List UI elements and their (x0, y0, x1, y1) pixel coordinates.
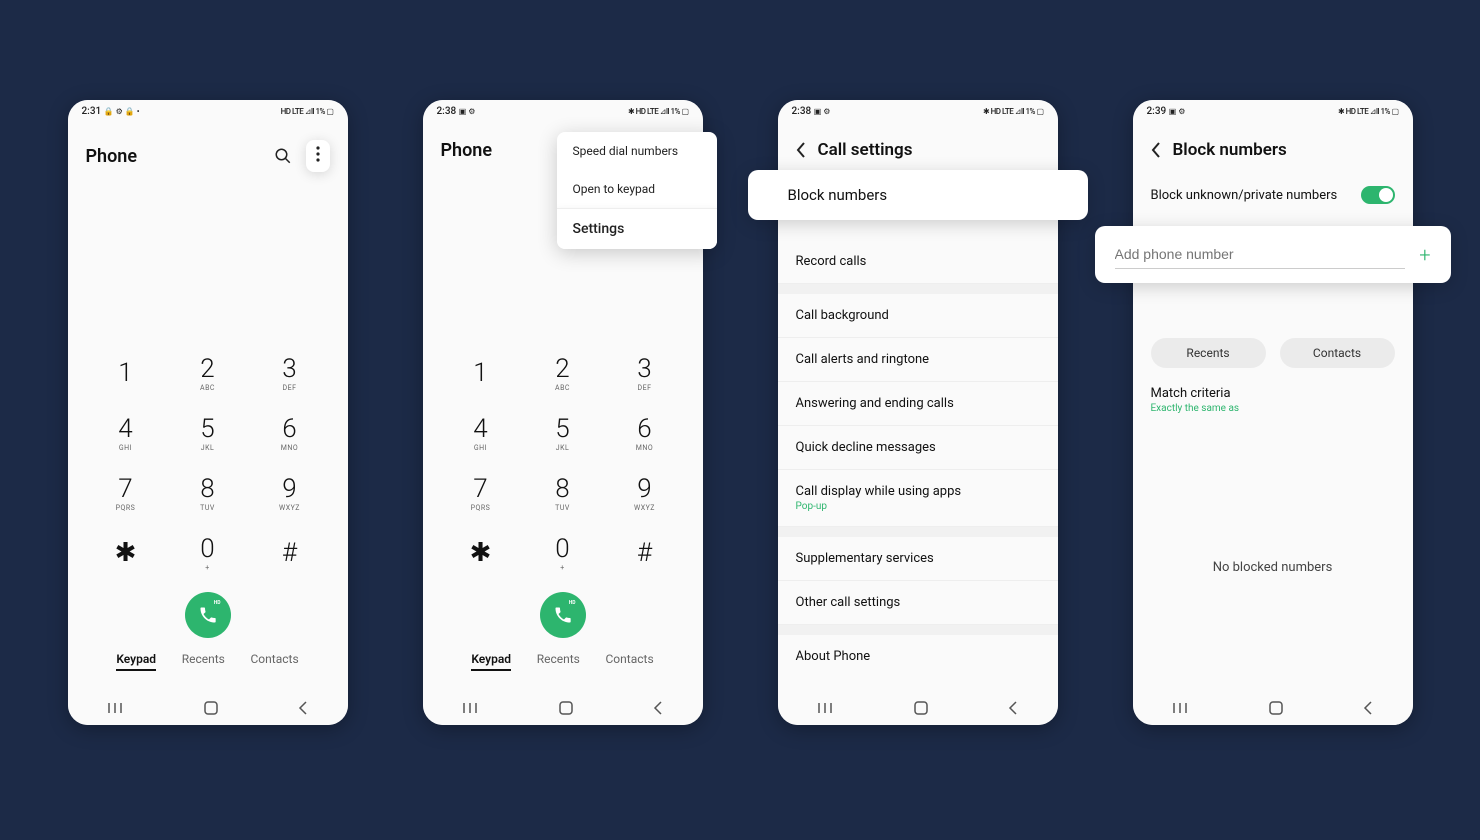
key-1[interactable]: 1 (92, 350, 160, 398)
key-1[interactable]: 1 (447, 350, 515, 398)
item-supplementary[interactable]: Supplementary services (778, 537, 1058, 581)
item-about-phone[interactable]: About Phone (778, 635, 1058, 678)
tab-recents[interactable]: Recents (537, 652, 580, 671)
tab-contacts[interactable]: Contacts (606, 652, 654, 671)
key-star[interactable]: ✱ (92, 530, 160, 578)
system-nav (423, 691, 703, 725)
recents-icon[interactable] (1173, 702, 1189, 714)
chip-contacts[interactable]: Contacts (1280, 338, 1395, 368)
search-icon[interactable] (274, 147, 292, 165)
recents-icon[interactable] (463, 702, 479, 714)
key-7[interactable]: 7PQRS (92, 470, 160, 518)
item-quick-decline[interactable]: Quick decline messages (778, 426, 1058, 470)
tab-keypad[interactable]: Keypad (116, 652, 156, 671)
key-4[interactable]: 4GHI (447, 410, 515, 458)
toggle-switch[interactable] (1361, 186, 1395, 204)
back-icon[interactable] (1008, 701, 1018, 715)
match-criteria-row[interactable]: Match criteria Exactly the same as (1133, 380, 1413, 420)
home-icon[interactable] (204, 701, 218, 715)
phone-screen-3: Block numbers 2:38 ▣ ⚙ ✱ HD LTE ⊿ll 1% ▢… (778, 100, 1058, 725)
call-button[interactable]: HD (540, 592, 586, 638)
menu-speed-dial[interactable]: Speed dial numbers (557, 132, 717, 170)
item-record-calls[interactable]: Record calls (778, 240, 1058, 284)
hd-badge: HD (569, 600, 576, 606)
keypad: 1 2ABC 3DEF 4GHI 5JKL 6MNO 7PQRS 8TUV 9W… (447, 350, 679, 578)
key-5[interactable]: 5JKL (529, 410, 597, 458)
home-icon[interactable] (559, 701, 573, 715)
plus-icon[interactable]: + (1419, 243, 1430, 267)
page-title: Block numbers (1173, 140, 1287, 160)
add-number-card: + (1095, 226, 1451, 283)
menu-settings[interactable]: Settings (557, 208, 717, 249)
call-button[interactable]: HD (185, 592, 231, 638)
key-8[interactable]: 8TUV (529, 470, 597, 518)
toggle-label: Block unknown/private numbers (1151, 188, 1338, 203)
key-7[interactable]: 7PQRS (447, 470, 515, 518)
page-title: Call settings (818, 140, 913, 160)
key-hash[interactable]: # (256, 530, 324, 578)
home-icon[interactable] (1269, 701, 1283, 715)
empty-message: No blocked numbers (1133, 560, 1413, 575)
highlight-block-numbers[interactable]: Block numbers (748, 170, 1088, 220)
back-icon[interactable] (1363, 701, 1373, 715)
add-number-input[interactable] (1115, 240, 1406, 269)
system-nav (1133, 691, 1413, 725)
key-9[interactable]: 9WXYZ (611, 470, 679, 518)
key-2[interactable]: 2ABC (174, 350, 242, 398)
hd-badge: HD (214, 600, 221, 606)
back-icon[interactable] (1151, 142, 1161, 158)
status-bar: 2:39 ▣ ⚙ ✱ HD LTE ⊿ll 1% ▢ (1133, 100, 1413, 122)
home-icon[interactable] (914, 701, 928, 715)
key-6[interactable]: 6MNO (611, 410, 679, 458)
key-4[interactable]: 4GHI (92, 410, 160, 458)
keypad: 1 2ABC 3DEF 4GHI 5JKL 6MNO 7PQRS 8TUV 9W… (92, 350, 324, 578)
app-title: Phone (86, 146, 138, 167)
key-0[interactable]: 0+ (529, 530, 597, 578)
tab-recents[interactable]: Recents (182, 652, 225, 671)
menu-open-keypad[interactable]: Open to keypad (557, 170, 717, 208)
key-3[interactable]: 3DEF (256, 350, 324, 398)
status-bar: 2:38 ▣ ⚙ ✱ HD LTE ⊿ll 1% ▢ (423, 100, 703, 122)
recents-icon[interactable] (108, 702, 124, 714)
more-menu-button[interactable] (306, 140, 330, 172)
chip-recents[interactable]: Recents (1151, 338, 1266, 368)
app-title: Phone (441, 140, 493, 161)
item-other-settings[interactable]: Other call settings (778, 581, 1058, 625)
key-2[interactable]: 2ABC (529, 350, 597, 398)
key-8[interactable]: 8TUV (174, 470, 242, 518)
back-icon[interactable] (796, 142, 806, 158)
item-answering[interactable]: Answering and ending calls (778, 382, 1058, 426)
key-hash[interactable]: # (611, 530, 679, 578)
status-bar: 2:31 🔒 ⚙ 🔒 • HD LTE ⊿ll 1% ▢ (68, 100, 348, 122)
tab-contacts[interactable]: Contacts (251, 652, 299, 671)
key-5[interactable]: 5JKL (174, 410, 242, 458)
key-6[interactable]: 6MNO (256, 410, 324, 458)
key-3[interactable]: 3DEF (611, 350, 679, 398)
back-icon[interactable] (298, 701, 308, 715)
phone-screen-1: 2:31 🔒 ⚙ 🔒 • HD LTE ⊿ll 1% ▢ Phone 1 (68, 100, 348, 725)
phone-screen-4: + 2:39 ▣ ⚙ ✱ HD LTE ⊿ll 1% ▢ Block numbe… (1133, 100, 1413, 725)
status-bar: 2:38 ▣ ⚙ ✱ HD LTE ⊿ll 1% ▢ (778, 100, 1058, 122)
key-star[interactable]: ✱ (447, 530, 515, 578)
overflow-menu: Speed dial numbers Open to keypad Settin… (557, 132, 717, 249)
phone-screen-2: Speed dial numbers Open to keypad Settin… (423, 100, 703, 725)
block-unknown-toggle-row[interactable]: Block unknown/private numbers (1133, 172, 1413, 218)
system-nav (778, 691, 1058, 725)
item-call-alerts[interactable]: Call alerts and ringtone (778, 338, 1058, 382)
recents-icon[interactable] (818, 702, 834, 714)
system-nav (68, 691, 348, 725)
key-9[interactable]: 9WXYZ (256, 470, 324, 518)
key-0[interactable]: 0+ (174, 530, 242, 578)
tab-keypad[interactable]: Keypad (471, 652, 511, 671)
back-icon[interactable] (653, 701, 663, 715)
item-call-background[interactable]: Call background (778, 294, 1058, 338)
item-call-display[interactable]: Call display while using apps Pop-up (778, 470, 1058, 527)
